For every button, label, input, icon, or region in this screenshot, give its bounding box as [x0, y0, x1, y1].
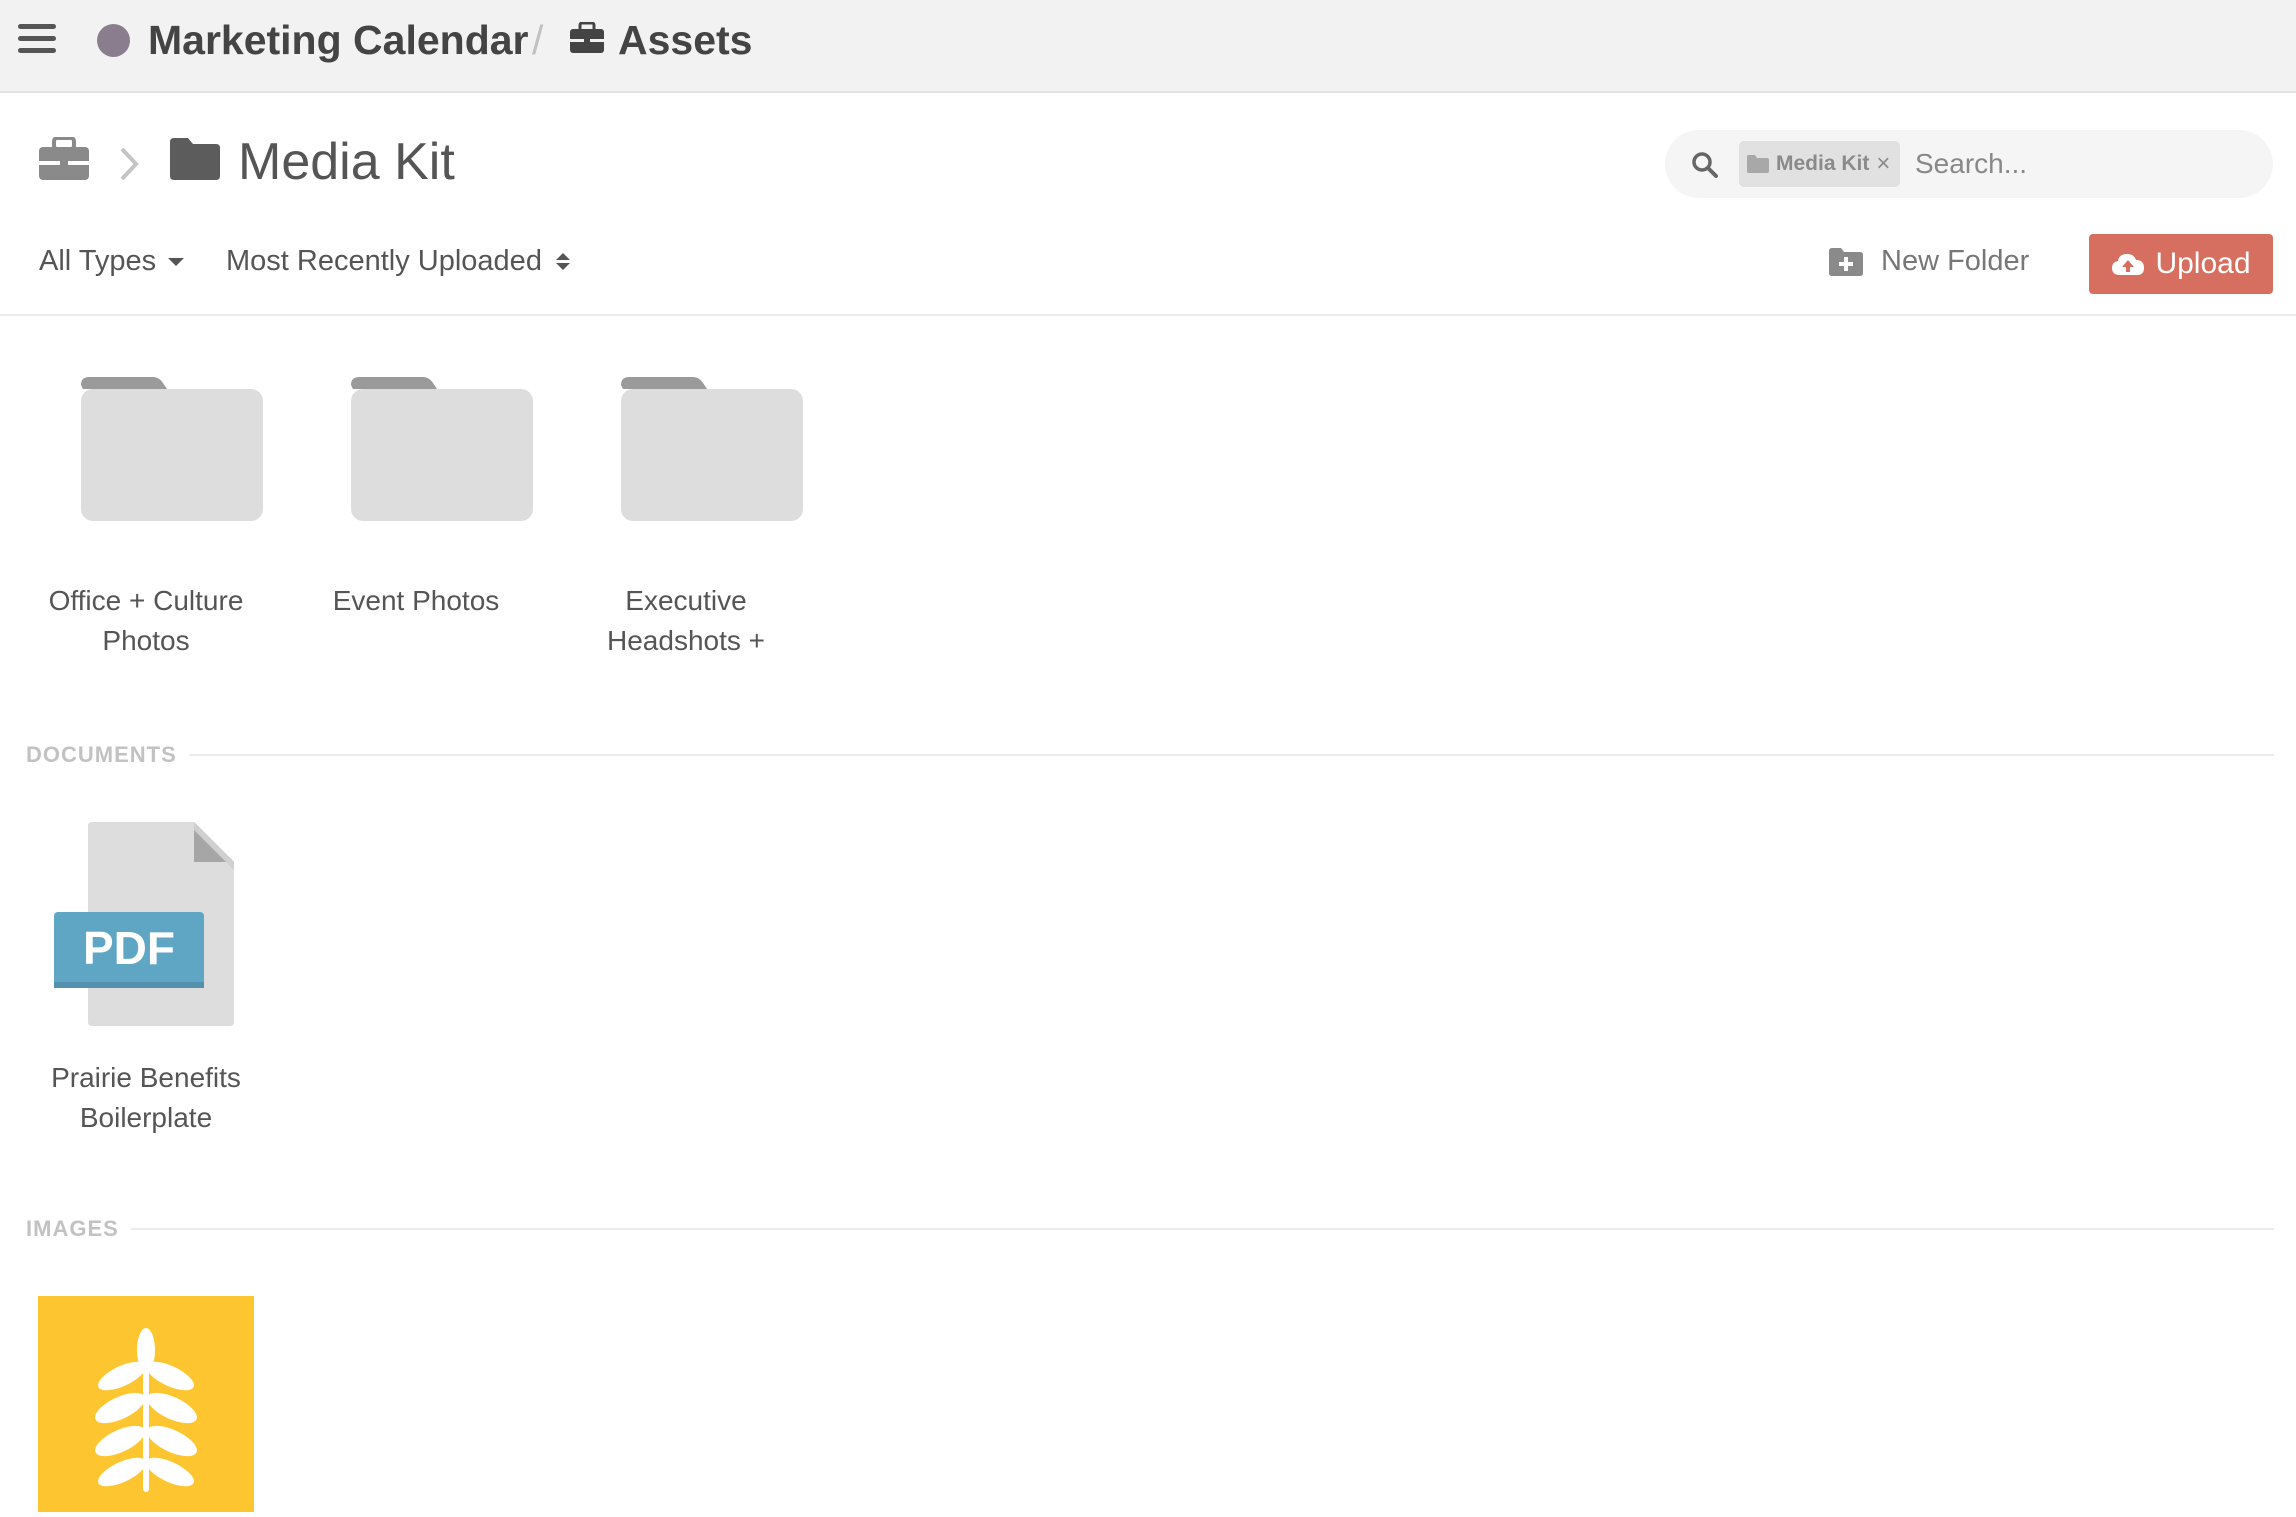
document-tile[interactable]: PDF Prairie Benefits Boilerplate: [26, 822, 266, 1138]
documents-section-header: DOCUMENTS: [26, 742, 2274, 768]
section-title: DOCUMENTS: [26, 742, 177, 767]
new-folder-button[interactable]: New Folder: [1829, 245, 2029, 278]
section-divider: [188, 754, 2274, 756]
section-divider: [130, 1228, 2274, 1230]
new-folder-label: New Folder: [1881, 245, 2030, 277]
close-icon[interactable]: ×: [1876, 152, 1890, 176]
cloud-upload-icon: [2112, 254, 2145, 275]
workspace-title-link[interactable]: Marketing Calendar: [148, 14, 529, 66]
search-scope-chip[interactable]: Media Kit ×: [1739, 141, 1901, 187]
folder-icon: [170, 138, 220, 180]
pdf-badge-text: PDF: [83, 922, 175, 974]
search-icon: [1692, 152, 1718, 178]
workspace-color-dot: [97, 24, 130, 57]
assets-breadcrumb-link[interactable]: Assets: [618, 14, 752, 66]
sort-label: Most Recently Uploaded: [226, 245, 542, 277]
upload-button[interactable]: Upload: [2089, 234, 2273, 294]
sort-icon: [555, 253, 570, 270]
briefcase-icon: [570, 22, 604, 53]
upload-label: Upload: [2155, 247, 2251, 280]
search-input[interactable]: [1915, 142, 2245, 186]
folder-tile[interactable]: Event Photos: [296, 375, 536, 621]
search-chip-label: Media Kit: [1776, 152, 1870, 175]
hamburger-menu-icon[interactable]: [18, 24, 56, 56]
type-filter-dropdown[interactable]: All Types: [39, 245, 185, 278]
top-bar: Marketing Calendar / Assets: [0, 0, 2296, 93]
document-name: Prairie Benefits Boilerplate: [51, 1062, 241, 1133]
pdf-file-icon: PDF: [54, 822, 234, 1026]
folder-icon: [81, 377, 263, 521]
folder-icon: [621, 377, 803, 521]
chevron-right-icon: [120, 147, 139, 181]
page-title: Media Kit: [238, 133, 455, 191]
folder-icon: [351, 377, 533, 521]
folder-plus-icon: [1829, 247, 1863, 276]
folder-icon: [1747, 155, 1769, 173]
folder-tile[interactable]: Office + Culture Photos: [26, 375, 266, 661]
breadcrumb-separator: /: [532, 17, 544, 63]
briefcase-icon[interactable]: [38, 137, 90, 181]
wheat-icon: [95, 1328, 197, 1492]
images-section-header: IMAGES: [26, 1216, 2274, 1242]
toolbar-divider: [0, 314, 2296, 316]
folder-name: Event Photos: [332, 585, 500, 616]
folder-name: Executive Headshots +: [607, 585, 765, 656]
type-filter-label: All Types: [39, 245, 157, 277]
section-title: IMAGES: [26, 1216, 119, 1241]
image-tile[interactable]: [38, 1296, 254, 1512]
caret-down-icon: [168, 257, 185, 266]
search-bar[interactable]: Media Kit ×: [1665, 130, 2273, 198]
sort-dropdown[interactable]: Most Recently Uploaded: [226, 245, 570, 278]
folder-tile[interactable]: Executive Headshots +: [566, 375, 806, 661]
folder-name: Office + Culture Photos: [48, 585, 244, 656]
